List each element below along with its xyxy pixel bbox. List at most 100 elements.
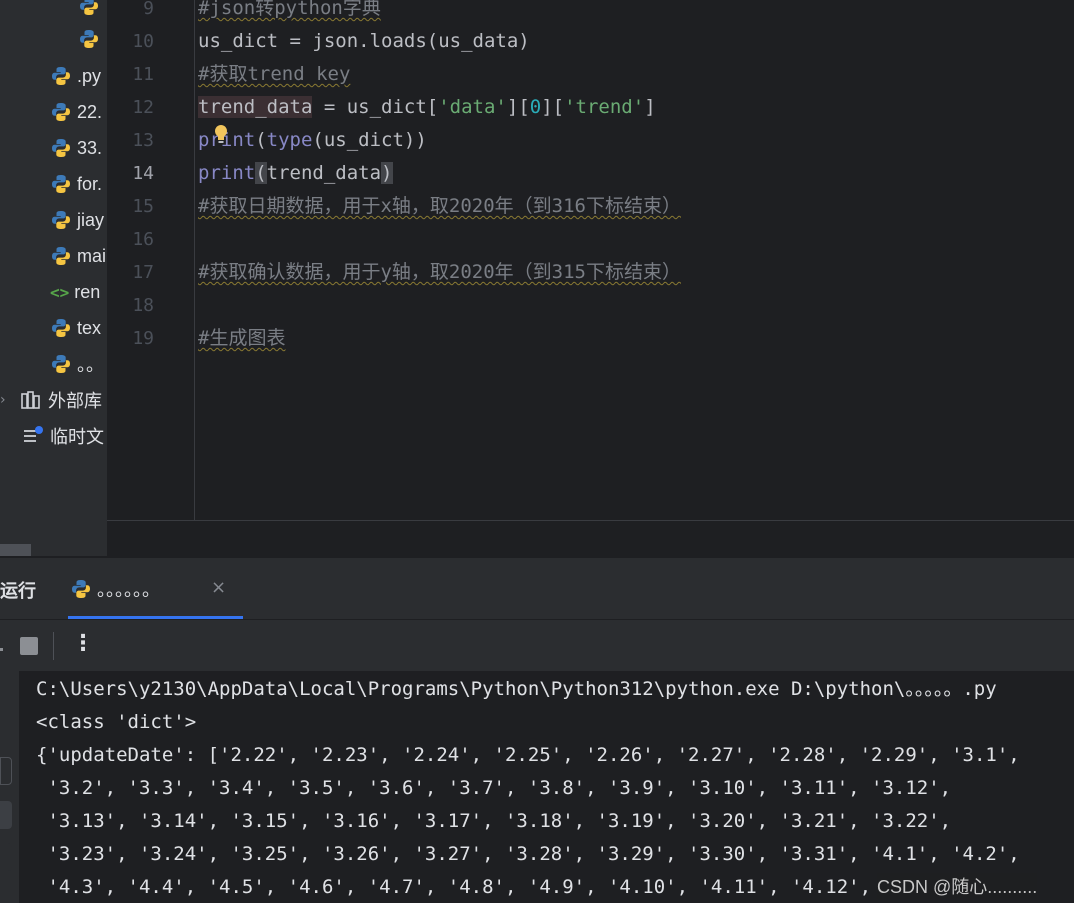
code-line-10[interactable]: us_dict = json.loads(us_data) bbox=[198, 25, 530, 58]
code-text: us_dict = json.loads(us_data) bbox=[198, 30, 530, 52]
tree-item-label: 22. bbox=[77, 101, 103, 122]
python-file-icon bbox=[52, 67, 70, 85]
python-file-icon bbox=[52, 175, 70, 193]
run-tab-label: 。。。。。。 bbox=[97, 580, 160, 600]
run-tab[interactable]: 。。。。。。 bbox=[70, 572, 160, 606]
tree-item-file-10[interactable]: tex bbox=[50, 310, 101, 346]
code-line-13[interactable]: print(type(us_dict)) bbox=[198, 124, 427, 157]
code-text: = us_dict[ bbox=[312, 96, 439, 118]
more-options-icon[interactable]: ⋮ bbox=[72, 631, 94, 656]
line-number: 18 bbox=[132, 295, 154, 316]
tree-item-label: mai bbox=[77, 245, 107, 266]
tree-item-file-2[interactable] bbox=[78, 21, 105, 57]
matched-paren: ( bbox=[255, 162, 267, 184]
scroll-to-end-icon[interactable] bbox=[0, 801, 12, 829]
lightbulb-icon[interactable] bbox=[213, 124, 229, 144]
line-number: 11 bbox=[132, 64, 154, 85]
tree-item-file-9[interactable]: <> ren bbox=[50, 274, 100, 310]
comment: #json转python字典 bbox=[198, 0, 381, 19]
tree-item-label: .py bbox=[77, 65, 102, 86]
tree-item-file-11[interactable]: 。。 bbox=[50, 346, 104, 382]
run-toolbar: ⋮ bbox=[0, 619, 1074, 671]
print-icon[interactable] bbox=[0, 843, 12, 871]
python-file-icon bbox=[52, 139, 70, 157]
python-file-icon bbox=[80, 30, 98, 48]
tree-item-external-libraries[interactable]: › 外部库 bbox=[0, 382, 102, 418]
run-panel-header: 运行 。。。。。。 × bbox=[0, 557, 1074, 619]
string-literal: 'data' bbox=[438, 96, 507, 118]
tree-item-label: tex bbox=[77, 317, 102, 338]
python-file-icon bbox=[72, 580, 90, 598]
code-text: ][ bbox=[541, 96, 565, 118]
tree-item-label: jiay bbox=[77, 209, 105, 230]
python-file-icon bbox=[52, 355, 70, 373]
library-icon bbox=[21, 391, 40, 409]
html-file-icon: <> bbox=[50, 282, 70, 302]
soft-wrap-icon[interactable] bbox=[0, 757, 12, 785]
console-line: '3.23', '3.24', '3.25', '3.26', '3.27', … bbox=[36, 843, 1020, 865]
line-number: 10 bbox=[132, 31, 154, 52]
code-text: trend_data bbox=[266, 162, 382, 184]
line-number: 12 bbox=[132, 97, 154, 118]
line-number-active: 14 bbox=[132, 163, 154, 184]
code-line-11[interactable]: #获取trend key bbox=[198, 58, 350, 91]
tree-item-file-8[interactable]: mai bbox=[50, 238, 106, 274]
line-number: 15 bbox=[132, 196, 154, 217]
code-line-14[interactable]: print(trend_data) bbox=[198, 157, 393, 190]
console-side-toolbar bbox=[0, 671, 19, 903]
scratches-icon bbox=[24, 426, 43, 442]
code-text: ( bbox=[255, 129, 267, 151]
python-file-icon bbox=[52, 103, 70, 121]
tree-item-file-3[interactable]: .py bbox=[50, 58, 101, 94]
code-text: ][ bbox=[506, 96, 530, 118]
tree-scrollbar[interactable] bbox=[0, 544, 31, 556]
tree-item-label: 临时文 bbox=[50, 427, 104, 447]
matched-paren: ) bbox=[381, 162, 393, 184]
code-line-19[interactable]: #生成图表 bbox=[198, 322, 285, 355]
tree-item-label: 。。 bbox=[77, 355, 104, 375]
code-text: ] bbox=[644, 96, 656, 118]
tree-item-file-5[interactable]: 33. bbox=[50, 130, 102, 166]
project-tree: .py 22. 33. for. jiay mai <> ren tex 。。 … bbox=[0, 0, 107, 556]
comment: #生成图表 bbox=[198, 327, 286, 349]
string-literal: 'trend' bbox=[564, 96, 645, 118]
line-number: 16 bbox=[132, 229, 154, 250]
number-literal: 0 bbox=[529, 96, 542, 118]
python-file-icon bbox=[52, 211, 70, 229]
console-output[interactable]: C:\Users\y2130\AppData\Local\Programs\Py… bbox=[19, 671, 1074, 903]
code-line-12[interactable]: trend_data = us_dict['data'][0]['trend'] bbox=[198, 91, 656, 124]
comment: #获取确认数据，用于y轴，取2020年（到315下标结束） bbox=[198, 261, 681, 283]
toolbar-divider bbox=[53, 632, 54, 660]
comment: #获取日期数据，用于x轴，取2020年（到316下标结束） bbox=[198, 195, 681, 217]
stop-icon[interactable] bbox=[20, 637, 38, 655]
close-icon[interactable]: × bbox=[211, 577, 226, 598]
code-line-9[interactable]: #json转python字典 bbox=[198, 0, 381, 25]
run-panel-title: 运行 bbox=[0, 581, 36, 601]
builtin-function: type bbox=[266, 129, 313, 151]
line-number: 19 bbox=[132, 328, 154, 349]
tree-item-label: ren bbox=[74, 281, 101, 302]
code-line-15[interactable]: #获取日期数据，用于x轴，取2020年（到316下标结束） bbox=[198, 190, 681, 223]
console-line: C:\Users\y2130\AppData\Local\Programs\Py… bbox=[36, 678, 997, 700]
tree-item-scratches[interactable]: 临时文 bbox=[22, 418, 104, 454]
console-line: <class 'dict'> bbox=[36, 711, 197, 733]
code-line-17[interactable]: #获取确认数据，用于y轴，取2020年（到315下标结束） bbox=[198, 256, 681, 289]
tree-item-label: 外部库 bbox=[48, 391, 102, 411]
tree-item-file-6[interactable]: for. bbox=[50, 166, 102, 202]
editor-bottom-area bbox=[107, 520, 1074, 556]
code-editor[interactable]: #json转python字典 us_dict = json.loads(us_d… bbox=[195, 0, 1074, 520]
console-line: '3.13', '3.14', '3.15', '3.16', '3.17', … bbox=[36, 810, 952, 832]
tree-item-file-4[interactable]: 22. bbox=[50, 94, 102, 130]
comment: #获取trend key bbox=[198, 63, 351, 85]
line-number: 9 bbox=[143, 0, 154, 19]
console-line: {'updateDate': ['2.22', '2.23', '2.24', … bbox=[36, 744, 1020, 766]
python-file-icon bbox=[52, 319, 70, 337]
code-text: (us_dict)) bbox=[312, 129, 427, 151]
watermark: CSDN @随心.......... bbox=[877, 873, 1038, 899]
chevron-right-icon[interactable]: › bbox=[0, 392, 20, 408]
rerun-button-edge[interactable] bbox=[0, 648, 3, 651]
tree-item-file-7[interactable]: jiay bbox=[50, 202, 104, 238]
tree-item-label: for. bbox=[77, 173, 103, 194]
line-number-gutter: 9 10 11 12 13 14 15 16 17 18 19 bbox=[107, 0, 195, 520]
console-line: '3.2', '3.3', '3.4', '3.5', '3.6', '3.7'… bbox=[36, 777, 952, 799]
